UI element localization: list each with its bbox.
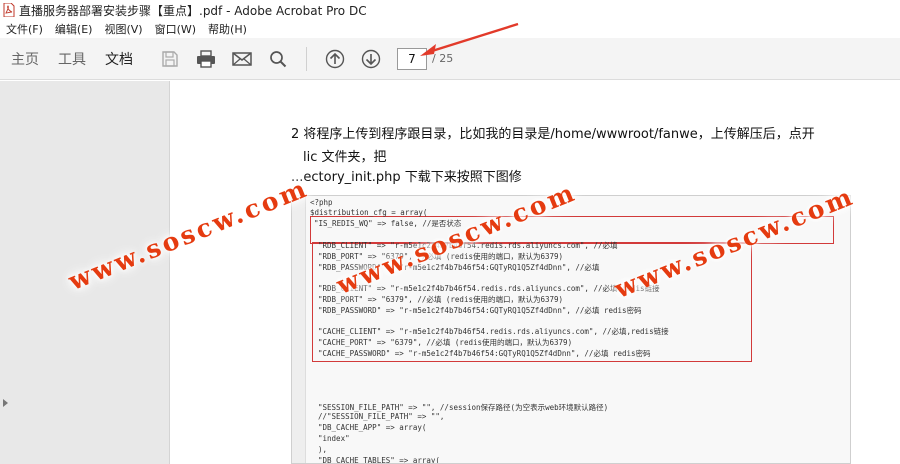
code-line: "RDB_PASSWORD" => "r-m5e1c2f4b7b46f54:GQ…	[318, 306, 642, 315]
code-line: $distribution_cfg = array(	[310, 208, 428, 217]
tab-home[interactable]: 主页	[11, 49, 39, 69]
code-line: "DB_CACHE_APP" => array(	[318, 423, 427, 432]
print-icon[interactable]	[193, 46, 219, 72]
code-line: "IS_REDIS_WQ" => false, //是否状态	[314, 219, 462, 228]
toolbar-divider	[306, 46, 307, 71]
menu-window[interactable]: 窗口(W)	[149, 21, 202, 37]
pdf-file-icon	[3, 2, 15, 18]
code-line: //"SESSION_FILE_PATH" => "",	[318, 412, 445, 421]
code-line: "DB_CACHE_TABLES" => array(	[318, 456, 440, 464]
menu-view[interactable]: 视图(V)	[98, 21, 148, 37]
expand-pane-icon[interactable]	[3, 399, 8, 407]
tab-tools[interactable]: 工具	[58, 49, 86, 69]
doc-paragraph-line: ...ectory_init.php 下载下来按照下图修	[291, 170, 522, 185]
menu-file[interactable]: 文件(F)	[0, 21, 49, 37]
doc-paragraph-line: lic 文件夹，把	[303, 150, 387, 165]
code-line: "CACHE_CLIENT" => "r-m5e1c2f4b7b46f54.re…	[318, 327, 669, 336]
menu-edit[interactable]: 编辑(E)	[49, 21, 99, 37]
tab-document[interactable]: 文档	[105, 49, 133, 69]
email-icon[interactable]	[229, 46, 255, 72]
document-view[interactable]: 2 将程序上传到程序跟目录，比如我的目录是/home/wwwroot/fanwe…	[171, 81, 900, 464]
code-line: "index"	[318, 434, 350, 443]
code-line: ),	[318, 445, 328, 454]
window-title: 直播服务器部署安装步骤【重点】.pdf - Adobe Acrobat Pro …	[19, 3, 367, 18]
annotation-arrow-icon	[420, 22, 519, 56]
code-line: "RDB_PORT" => "6379", //必填 (redis使用的端口，默…	[318, 295, 564, 304]
save-icon[interactable]	[157, 46, 183, 72]
title-bar: 直播服务器部署安装步骤【重点】.pdf - Adobe Acrobat Pro …	[0, 0, 900, 20]
menu-help[interactable]: 帮助(H)	[202, 21, 253, 37]
doc-paragraph-line: 2 将程序上传到程序跟目录，比如我的目录是/home/wwwroot/fanwe…	[291, 127, 815, 142]
code-line: "CACHE_PORT" => "6379", //必填 (redis使用的端口…	[318, 338, 573, 347]
previous-page-icon[interactable]	[322, 46, 348, 72]
code-line: <?php	[310, 198, 333, 207]
next-page-icon[interactable]	[358, 46, 384, 72]
code-gutter	[292, 196, 306, 463]
code-line: "CACHE_PASSWORD" => "r-m5e1c2f4b7b46f54:…	[318, 349, 651, 358]
search-icon[interactable]	[265, 46, 291, 72]
